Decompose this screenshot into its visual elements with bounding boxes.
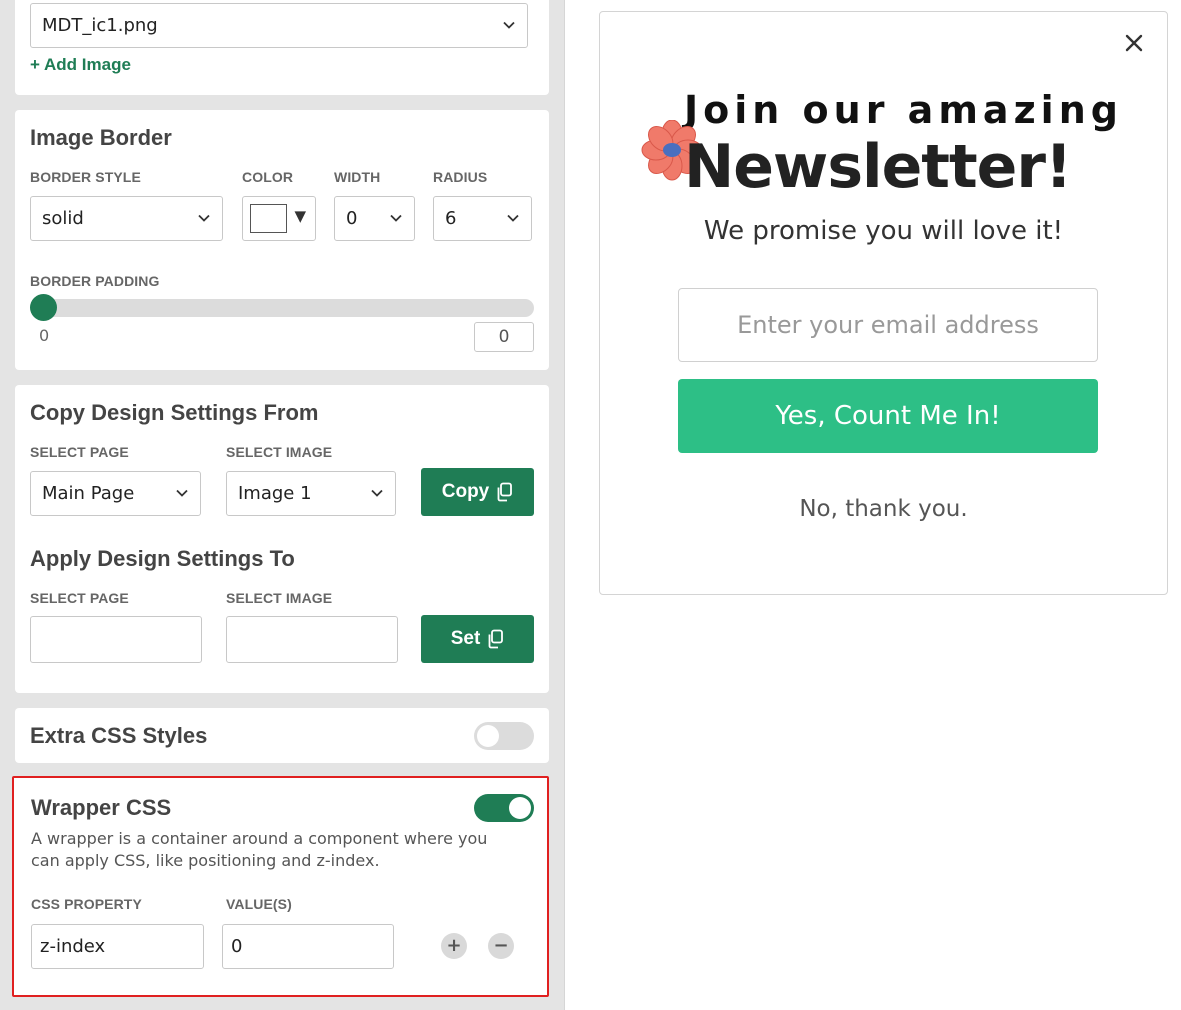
css-value-value: 0	[231, 936, 243, 957]
caret-down-icon: ▼	[294, 207, 306, 225]
border-width-value: 0	[346, 208, 358, 229]
image-file-value: MDT_ic1.png	[42, 15, 158, 36]
copy-icon	[488, 629, 504, 649]
extra-css-card: Extra CSS Styles	[15, 708, 549, 763]
border-radius-select[interactable]: 6	[433, 196, 532, 241]
minus-icon: −	[493, 935, 509, 956]
email-placeholder: Enter your email address	[737, 311, 1039, 339]
extra-css-title: Extra CSS Styles	[30, 723, 208, 748]
css-property-input[interactable]: z-index	[31, 924, 204, 969]
chevron-down-icon	[503, 21, 515, 29]
toggle-knob	[509, 797, 531, 819]
border-radius-value: 6	[445, 208, 457, 229]
border-padding-input[interactable]: 0	[474, 322, 534, 352]
copy-button[interactable]: Copy	[421, 468, 534, 516]
copy-button-label: Copy	[441, 481, 490, 502]
apply-page-input[interactable]	[30, 616, 202, 663]
copy-settings-title: Copy Design Settings From	[30, 400, 319, 425]
chevron-down-icon	[371, 489, 383, 497]
toggle-knob	[477, 725, 499, 747]
width-label: WIDTH	[334, 169, 381, 185]
border-width-select[interactable]: 0	[334, 196, 415, 241]
copy-icon	[497, 482, 513, 502]
border-padding-value: 0	[498, 327, 510, 347]
add-image-link[interactable]: + Add Image	[30, 55, 131, 75]
subtitle: We promise you will love it!	[703, 216, 1064, 246]
slider-min-value: 0	[39, 326, 50, 345]
css-property-label: CSS PROPERTY	[31, 896, 142, 912]
wrapper-css-toggle[interactable]	[474, 794, 534, 822]
css-property-value: z-index	[40, 936, 106, 957]
add-css-row-button[interactable]: +	[441, 933, 467, 959]
border-style-select[interactable]: solid	[30, 196, 223, 241]
copy-image-value: Image 1	[238, 483, 312, 504]
headline-line-1: Join our amazing	[684, 88, 1123, 132]
chevron-down-icon	[507, 214, 519, 222]
image-border-title: Image Border	[30, 125, 172, 150]
wrapper-css-title: Wrapper CSS	[31, 795, 172, 820]
headline-line-2: Newsletter!	[684, 132, 1072, 202]
extra-css-toggle[interactable]	[474, 722, 534, 750]
radius-label: RADIUS	[433, 169, 488, 185]
copy-page-select[interactable]: Main Page	[30, 471, 201, 516]
newsletter-popup-preview: Join our amazing Newsletter! We promise …	[599, 11, 1168, 595]
set-button[interactable]: Set	[421, 615, 534, 663]
decline-link[interactable]: No, thank you.	[600, 496, 1167, 522]
color-swatch	[250, 204, 287, 233]
color-label: COLOR	[242, 169, 294, 185]
subscribe-button[interactable]: Yes, Count Me In!	[678, 379, 1098, 453]
chevron-down-icon	[176, 489, 188, 497]
copy-image-select[interactable]: Image 1	[226, 471, 396, 516]
border-padding-slider[interactable]	[30, 294, 534, 321]
apply-select-image-label: SELECT IMAGE	[226, 590, 333, 606]
subscribe-button-label: Yes, Count Me In!	[775, 401, 1001, 431]
close-icon[interactable]	[1123, 32, 1145, 54]
set-button-label: Set	[450, 628, 481, 649]
wrapper-css-card: Wrapper CSS A wrapper is a container aro…	[12, 776, 549, 997]
border-style-label: BORDER STYLE	[30, 169, 141, 185]
email-input[interactable]: Enter your email address	[678, 288, 1098, 362]
remove-css-row-button[interactable]: −	[488, 933, 514, 959]
design-settings-card: Copy Design Settings From SELECT PAGE SE…	[15, 385, 549, 693]
wrapper-css-description: A wrapper is a container around a compon…	[31, 829, 488, 870]
copy-page-value: Main Page	[42, 483, 135, 504]
apply-image-input[interactable]	[226, 616, 398, 663]
copy-select-image-label: SELECT IMAGE	[226, 444, 333, 460]
chevron-down-icon	[198, 214, 210, 222]
css-value-input[interactable]: 0	[222, 924, 394, 969]
image-file-select[interactable]: MDT_ic1.png	[30, 3, 528, 48]
css-value-label: VALUE(S)	[226, 896, 292, 912]
copy-select-page-label: SELECT PAGE	[30, 444, 129, 460]
border-padding-label: BORDER PADDING	[30, 273, 160, 289]
plus-icon: +	[446, 935, 462, 956]
border-style-value: solid	[42, 208, 84, 229]
apply-settings-title: Apply Design Settings To	[30, 546, 295, 571]
image-source-card: MDT_ic1.png + Add Image	[15, 0, 549, 95]
chevron-down-icon	[390, 214, 402, 222]
apply-select-page-label: SELECT PAGE	[30, 590, 129, 606]
image-border-card: Image Border BORDER STYLE COLOR WIDTH RA…	[15, 110, 549, 370]
border-color-picker[interactable]: ▼	[242, 196, 316, 241]
slider-thumb[interactable]	[30, 294, 57, 321]
settings-panel: MDT_ic1.png + Add Image Image Border BOR…	[0, 0, 565, 1010]
